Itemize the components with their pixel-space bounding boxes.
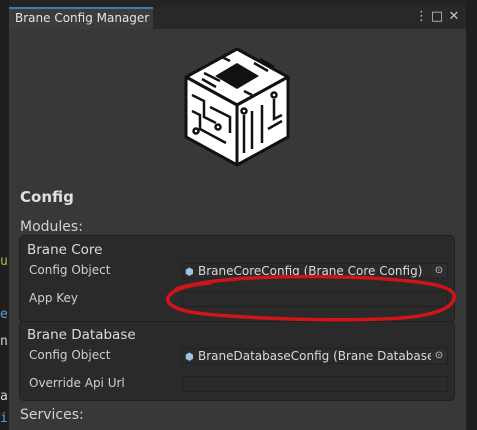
config-object-field[interactable]: ⬢ BraneCoreConfig (Brane Core Config) ⊙ [182, 263, 448, 279]
module-title: Brane Core [27, 242, 103, 258]
config-object-value: BraneCoreConfig (Brane Core Config) [198, 264, 423, 278]
window-menu-icon[interactable]: ⋮ [415, 7, 428, 29]
module-title: Brane Database [27, 327, 136, 343]
background-editor-right [466, 0, 477, 430]
scriptable-object-icon: ⬢ [185, 267, 194, 278]
object-picker-icon[interactable]: ⊙ [431, 349, 447, 363]
config-object-label: Config Object [29, 263, 111, 277]
background-code-char: a [0, 389, 8, 404]
module-card-brane-core: Brane Core Config Object ⬢ BraneCoreConfi… [19, 235, 455, 323]
config-object-label: Config Object [29, 348, 111, 362]
modules-heading: Modules: [20, 219, 83, 235]
tab-brane-config-manager[interactable]: Brane Config Manager [9, 7, 153, 29]
app-key-label: App Key [29, 291, 79, 305]
background-code-char: i [0, 411, 8, 426]
scriptable-object-icon: ⬢ [185, 352, 194, 363]
app-key-input[interactable] [182, 291, 448, 307]
config-heading: Config [20, 188, 74, 206]
services-heading: Services: [20, 407, 84, 423]
background-code-char: u [0, 254, 8, 269]
object-picker-icon[interactable]: ⊙ [431, 264, 447, 278]
background-code-char: n [0, 334, 8, 349]
config-object-value: BraneDatabaseConfig (Brane Database C [198, 349, 447, 363]
window-content: Config Modules: Brane Core Config Object… [9, 29, 466, 430]
background-code-char: e [0, 307, 8, 322]
maximize-icon[interactable]: □ [430, 7, 444, 29]
brane-cube-logo-icon [184, 47, 290, 167]
tab-strip: Brane Config Manager ⋮ □ ✕ [9, 7, 466, 29]
override-api-url-label: Override Api Url [29, 376, 125, 390]
config-object-field[interactable]: ⬢ BraneDatabaseConfig (Brane Database C ⊙ [182, 348, 448, 364]
override-api-url-input[interactable] [182, 376, 448, 392]
close-icon[interactable]: ✕ [446, 7, 462, 29]
module-card-brane-database: Brane Database Config Object ⬢ BraneDatab… [19, 321, 455, 401]
config-manager-window: Brane Config Manager ⋮ □ ✕ Config Module… [9, 7, 466, 430]
background-editor [0, 0, 9, 430]
